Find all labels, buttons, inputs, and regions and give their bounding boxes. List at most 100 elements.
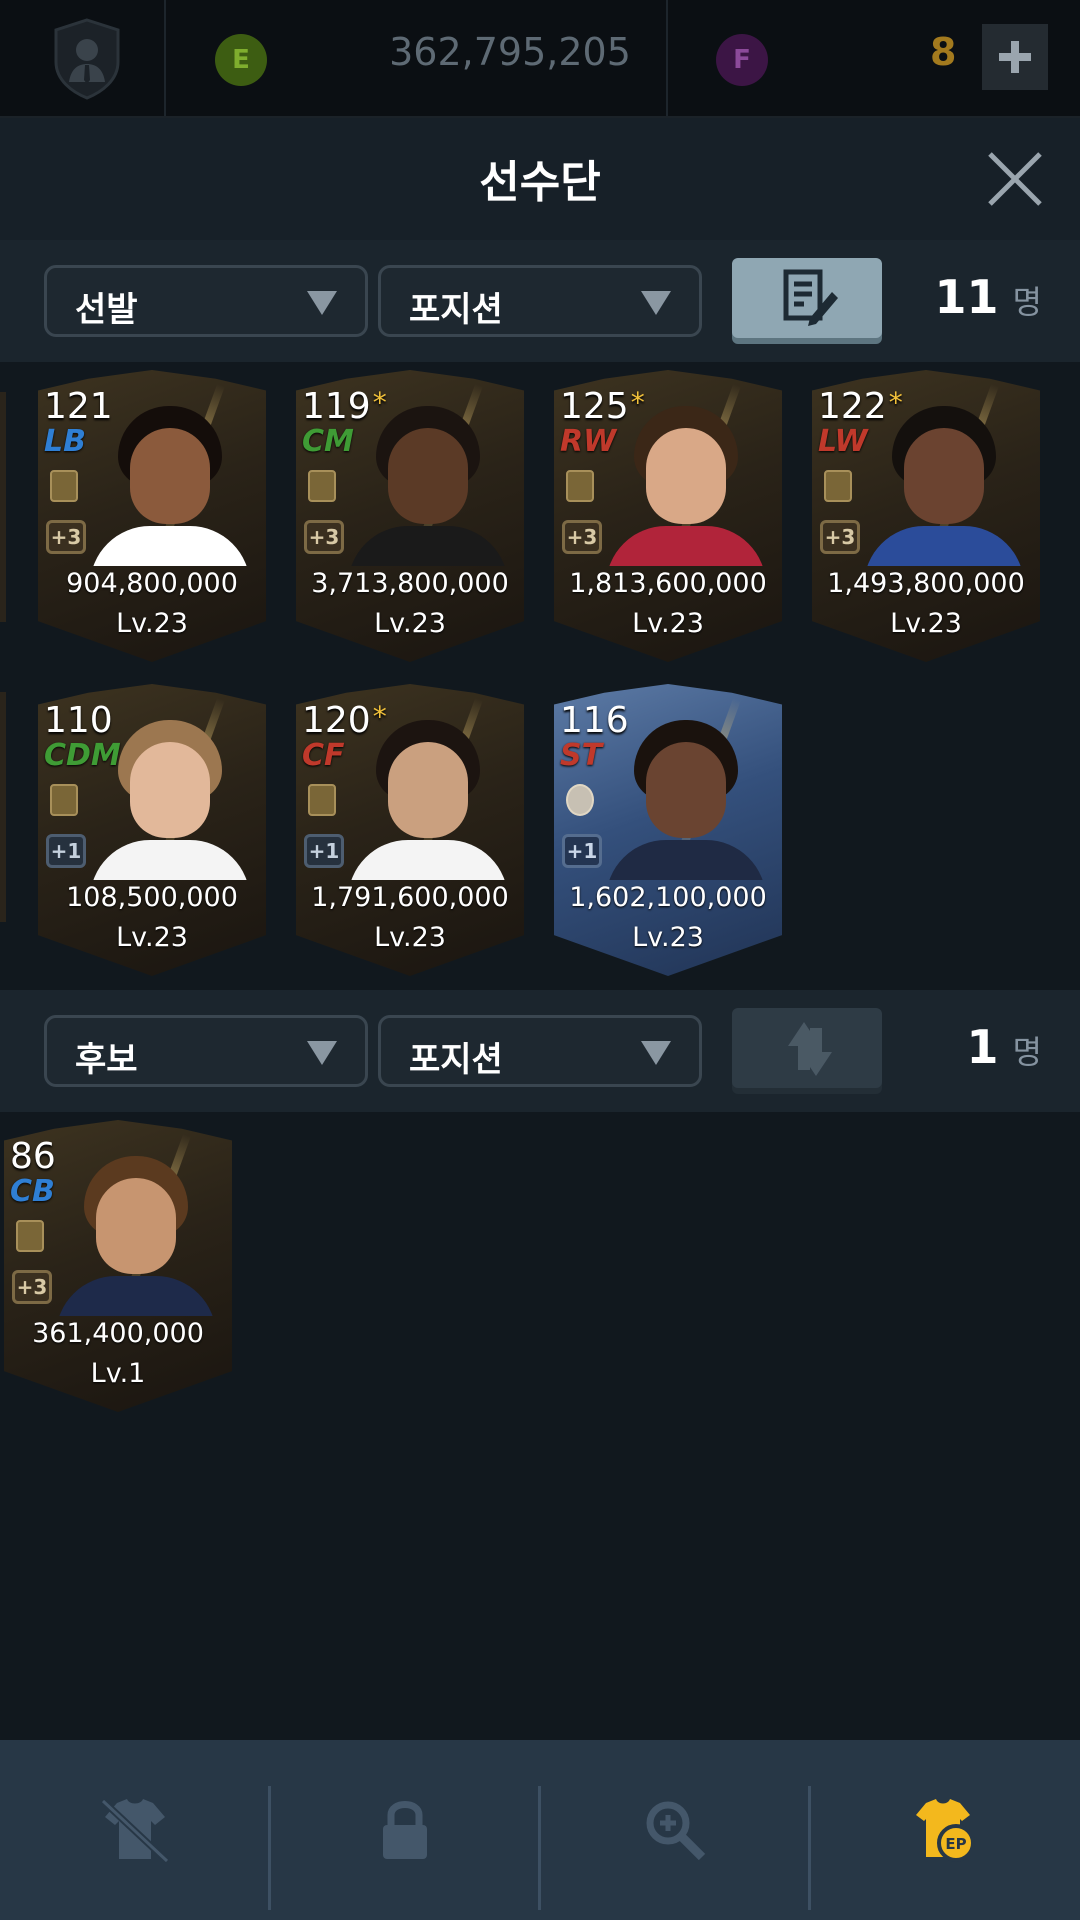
page-title: 선수단 (479, 157, 601, 208)
player-card[interactable]: 119* CM +3 3,713,800,000 Lv.23 (296, 370, 524, 662)
position-dropdown[interactable]: 포지션 (378, 265, 702, 337)
season-badge-icon (308, 784, 336, 816)
enhance-badge: +3 (820, 520, 860, 554)
season-badge-icon (566, 784, 594, 816)
close-button[interactable] (984, 148, 1046, 210)
edit-lineup-button[interactable] (732, 258, 882, 338)
position-label: CDM (44, 738, 121, 773)
enhance-badge: +3 (12, 1270, 52, 1304)
card-edge (0, 692, 6, 922)
position-label: LB (44, 424, 86, 459)
enhance-badge: +3 (304, 520, 344, 554)
season-badge-icon (50, 470, 78, 502)
player-card[interactable]: 125* RW +3 1,813,600,000 Lv.23 (554, 370, 782, 662)
position-label: CB (10, 1174, 55, 1209)
substitute-player-list: 86 CB +3 361,400,000 Lv.1 (0, 1112, 1080, 1740)
player-value: 108,500,000 (66, 882, 238, 913)
player-level: Lv.23 (116, 922, 188, 953)
player-level: Lv.23 (632, 922, 704, 953)
squad-type-dropdown[interactable]: 선발 (44, 265, 368, 337)
ep-jersey-icon: EP (916, 1799, 975, 1862)
position-label: LW (818, 424, 868, 459)
plus-icon (999, 41, 1031, 73)
ep-coin-icon: E (215, 34, 267, 86)
player-level: Lv.23 (890, 608, 962, 639)
edit-icon (783, 269, 838, 326)
player-value: 3,713,800,000 (311, 568, 509, 599)
card-edge (0, 392, 6, 622)
player-card[interactable]: 86 CB +3 361,400,000 Lv.1 (4, 1120, 232, 1412)
overall-rating: 86 (10, 1136, 56, 1177)
enhance-badge: +3 (562, 520, 602, 554)
player-value: 1,813,600,000 (569, 568, 767, 599)
dropdown-label: 포지션 (409, 290, 503, 330)
position-label: CF (302, 738, 345, 773)
search-plus-icon (646, 1801, 706, 1861)
enhance-badge: +1 (304, 834, 344, 868)
player-value: 361,400,000 (32, 1318, 204, 1349)
player-value: 1,602,100,000 (569, 882, 767, 913)
dropdown-label: 선발 (75, 290, 138, 330)
swap-players-button[interactable] (732, 1008, 882, 1088)
chevron-down-icon (641, 291, 671, 315)
overall-rating: 119* (302, 386, 387, 427)
ep-shop-button[interactable]: EP (810, 1740, 1080, 1920)
player-card[interactable]: 116 ST +1 1,602,100,000 Lv.23 (554, 684, 782, 976)
substitute-count: 1명 (966, 1020, 1042, 1074)
player-search-button[interactable] (540, 1740, 810, 1920)
add-currency-button[interactable] (982, 24, 1048, 90)
close-icon (988, 152, 1042, 206)
player-card[interactable]: 122* LW +3 1,493,800,000 Lv.23 (812, 370, 1040, 662)
overall-rating: 110 (44, 700, 113, 741)
overall-rating: 122* (818, 386, 903, 427)
squad-screen: E 362,795,205 F 8 선수단 선발 포지션 11 명 121 LB… (0, 0, 1080, 1920)
svg-text:EP: EP (945, 1835, 966, 1853)
manager-profile-icon[interactable] (52, 18, 122, 100)
position-dropdown[interactable]: 포지션 (378, 1015, 702, 1087)
season-badge-icon (16, 1220, 44, 1252)
position-label: RW (560, 424, 617, 459)
season-badge-icon (566, 470, 594, 502)
starting-filter-bar: 선발 포지션 11 명 (0, 240, 1080, 362)
lock-button[interactable] (270, 1740, 540, 1920)
fc-amount: 8 (930, 30, 957, 74)
enhance-badge: +1 (46, 834, 86, 868)
player-portrait (56, 1148, 216, 1316)
swap-arrows-icon (788, 1022, 832, 1076)
season-badge-icon (308, 470, 336, 502)
title-bar: 선수단 (0, 118, 1080, 240)
dropdown-label: 포지션 (409, 1040, 503, 1080)
overall-rating: 121 (44, 386, 113, 427)
player-value: 1,493,800,000 (827, 568, 1025, 599)
dropdown-label: 후보 (75, 1040, 138, 1080)
enhance-badge: +3 (46, 520, 86, 554)
player-level: Lv.23 (116, 608, 188, 639)
fc-coin-icon: F (716, 34, 768, 86)
player-card[interactable]: 110 CDM +1 108,500,000 Lv.23 (38, 684, 266, 976)
lock-icon (383, 1801, 427, 1859)
uniform-toggle-button[interactable] (0, 1740, 270, 1920)
ep-amount: 362,795,205 (389, 30, 631, 74)
player-level: Lv.23 (374, 922, 446, 953)
substitute-filter-bar: 후보 포지션 1명 (0, 990, 1080, 1112)
overall-rating: 125* (560, 386, 645, 427)
chevron-down-icon (641, 1041, 671, 1065)
position-label: ST (560, 738, 603, 773)
squad-type-dropdown[interactable]: 후보 (44, 1015, 368, 1087)
player-level: Lv.1 (90, 1358, 146, 1389)
player-level: Lv.23 (374, 608, 446, 639)
currency-bar: E 362,795,205 F 8 (0, 0, 1080, 118)
season-badge-icon (824, 470, 852, 502)
chevron-down-icon (307, 291, 337, 315)
player-card[interactable]: 121 LB +3 904,800,000 Lv.23 (38, 370, 266, 662)
season-badge-icon (50, 784, 78, 816)
player-card[interactable]: 120* CF +1 1,791,600,000 Lv.23 (296, 684, 524, 976)
topbar-divider (666, 0, 668, 116)
player-level: Lv.23 (632, 608, 704, 639)
starting-count: 11 명 (934, 270, 1042, 324)
uniform-off-icon (100, 1798, 170, 1864)
chevron-down-icon (307, 1041, 337, 1065)
bottom-nav: EP (0, 1740, 1080, 1920)
position-label: CM (302, 424, 354, 459)
overall-rating: 116 (560, 700, 629, 741)
